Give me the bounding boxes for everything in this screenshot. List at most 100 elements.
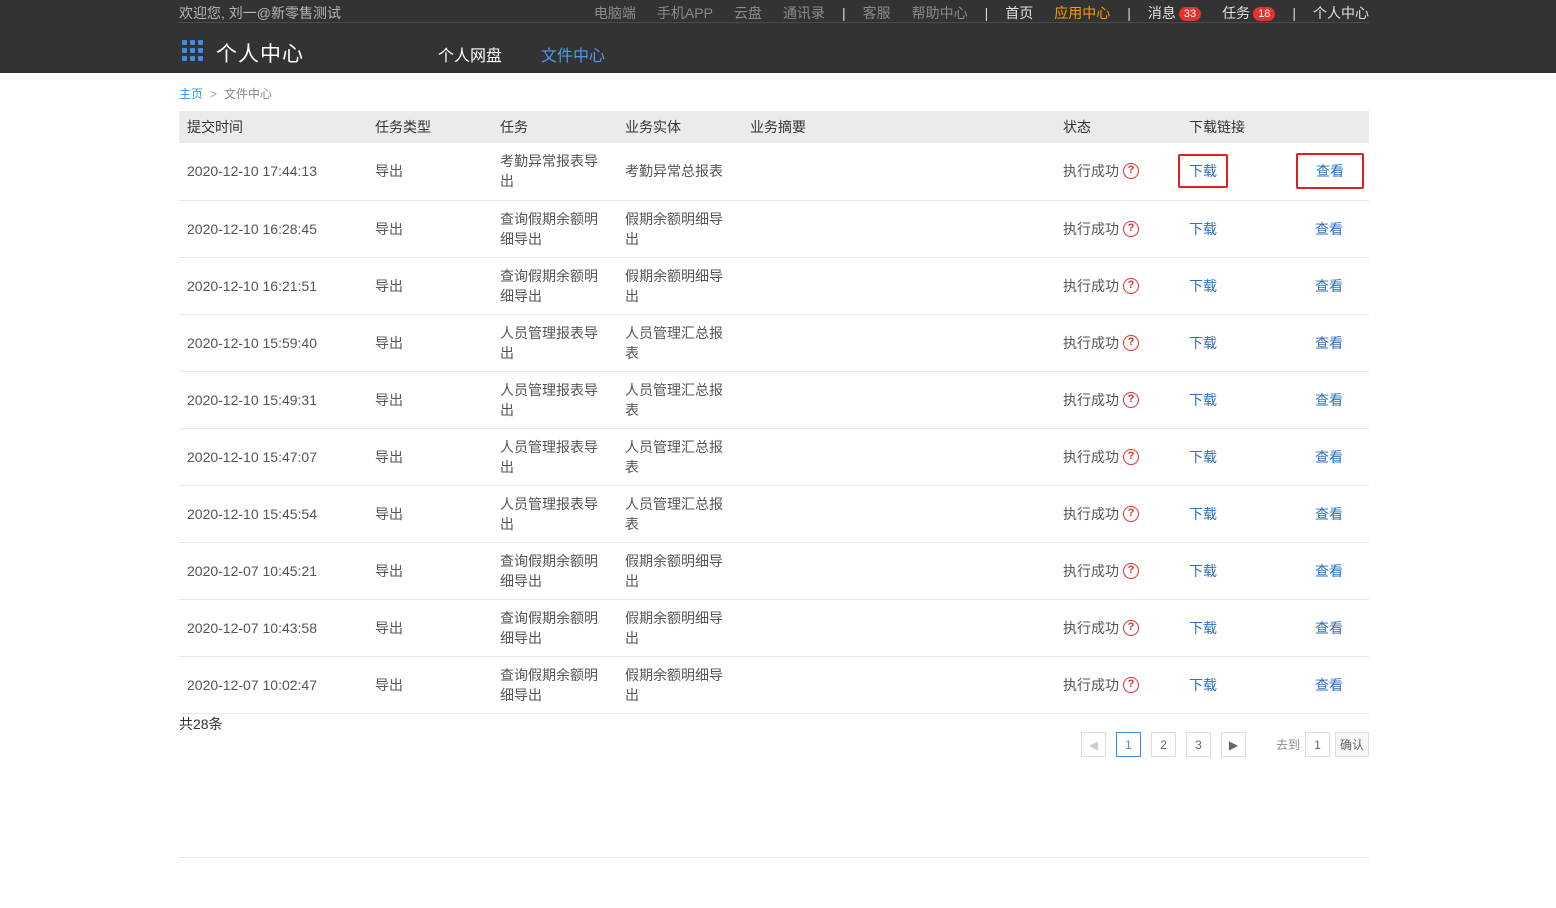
status-text: 执行成功 — [1063, 220, 1119, 237]
header-business-entity: 业务实体 — [617, 111, 742, 143]
link-desktop[interactable]: 电脑端 — [594, 3, 636, 23]
download-link[interactable]: 下载 — [1178, 154, 1228, 189]
link-help-center[interactable]: 帮助中心 — [912, 3, 968, 23]
help-icon[interactable]: ? — [1123, 277, 1139, 294]
table-row: 2020-12-07 10:43:58 导出 查询假期余额明细导出 假期余额明细导出 执… — [179, 599, 1369, 657]
cell-view: 查看 — [1307, 257, 1369, 315]
page-button-3[interactable]: 3 — [1185, 732, 1211, 757]
cell-download: 下载 — [1181, 200, 1307, 258]
download-link[interactable]: 下载 — [1189, 620, 1217, 636]
cell-business-entity: 假期余额明细导出 — [617, 599, 742, 657]
cell-business-entity: 人员管理汇总报表 — [617, 428, 742, 486]
help-icon[interactable]: ? — [1123, 505, 1139, 522]
breadcrumb-separator: > — [210, 87, 218, 101]
prev-page-button[interactable]: ◀ — [1080, 732, 1106, 757]
cell-submit-time: 2020-12-07 10:43:58 — [179, 599, 367, 657]
cell-business-summary — [742, 314, 1055, 372]
link-contacts[interactable]: 通讯录 — [783, 3, 825, 23]
separator: | — [1292, 5, 1296, 21]
link-app-center[interactable]: 应用中心 — [1054, 3, 1110, 23]
cell-task: 查询假期余额明细导出 — [492, 599, 617, 657]
download-link[interactable]: 下载 — [1189, 392, 1217, 408]
help-icon[interactable]: ? — [1123, 163, 1139, 180]
help-icon[interactable]: ? — [1123, 562, 1139, 579]
view-link[interactable]: 查看 — [1296, 153, 1364, 190]
cell-submit-time: 2020-12-10 15:59:40 — [179, 314, 367, 372]
cell-view: 查看 — [1307, 371, 1369, 429]
status-text: 执行成功 — [1063, 505, 1119, 522]
download-link[interactable]: 下载 — [1189, 506, 1217, 522]
cell-view: 查看 — [1307, 314, 1369, 372]
header-business-summary: 业务摘要 — [742, 111, 1055, 143]
breadcrumb-home[interactable]: 主页 — [179, 87, 203, 101]
view-link[interactable]: 查看 — [1315, 563, 1343, 579]
view-link[interactable]: 查看 — [1315, 449, 1343, 465]
help-icon[interactable]: ? — [1123, 676, 1139, 693]
view-link[interactable]: 查看 — [1315, 278, 1343, 294]
view-link[interactable]: 查看 — [1315, 620, 1343, 636]
cell-business-entity: 假期余额明细导出 — [617, 257, 742, 315]
cell-business-entity: 人员管理汇总报表 — [617, 485, 742, 543]
cell-task: 人员管理报表导出 — [492, 485, 617, 543]
cell-submit-time: 2020-12-10 15:47:07 — [179, 428, 367, 486]
download-link[interactable]: 下载 — [1189, 335, 1217, 351]
confirm-goto-button[interactable]: 确认 — [1334, 732, 1369, 757]
next-page-button[interactable]: ▶ — [1220, 732, 1246, 757]
apps-grid-icon[interactable] — [182, 40, 204, 62]
help-icon[interactable]: ? — [1123, 220, 1139, 237]
cell-business-summary — [742, 485, 1055, 543]
cell-task-type: 导出 — [367, 428, 492, 486]
link-personal-center[interactable]: 个人中心 — [1313, 3, 1369, 23]
link-cloud[interactable]: 云盘 — [734, 3, 762, 23]
help-icon[interactable]: ? — [1123, 334, 1139, 351]
goto-page-input[interactable] — [1304, 732, 1330, 757]
cell-status: 执行成功? — [1055, 200, 1181, 258]
view-link[interactable]: 查看 — [1315, 506, 1343, 522]
cell-task: 查询假期余额明细导出 — [492, 656, 617, 714]
cell-download: 下载 — [1181, 257, 1307, 315]
cell-download: 下载 — [1181, 485, 1307, 543]
help-icon[interactable]: ? — [1123, 619, 1139, 636]
header-status: 状态 — [1055, 111, 1181, 143]
table-row: 2020-12-10 15:45:54 导出 人员管理报表导出 人员管理汇总报表 执行成… — [179, 485, 1369, 543]
table-row: 2020-12-10 16:21:51 导出 查询假期余额明细导出 假期余额明细导出 执… — [179, 257, 1369, 315]
cell-status: 执行成功? — [1055, 143, 1181, 201]
goto-label: 去到 — [1275, 738, 1300, 752]
total-count: 共28条 — [179, 716, 223, 732]
view-link[interactable]: 查看 — [1315, 392, 1343, 408]
download-link[interactable]: 下载 — [1189, 563, 1217, 579]
cell-submit-time: 2020-12-10 16:21:51 — [179, 257, 367, 315]
nav-item-file-center[interactable]: 文件中心 — [541, 42, 605, 80]
link-tasks[interactable]: 任务 18 — [1222, 3, 1276, 23]
download-link[interactable]: 下载 — [1189, 278, 1217, 294]
cell-business-entity: 假期余额明细导出 — [617, 200, 742, 258]
download-link[interactable]: 下载 — [1189, 449, 1217, 465]
link-messages[interactable]: 消息 33 — [1147, 3, 1202, 23]
cell-status: 执行成功? — [1055, 428, 1181, 486]
link-home[interactable]: 首页 — [1005, 3, 1033, 23]
link-mobile-app[interactable]: 手机APP — [657, 3, 713, 23]
download-link[interactable]: 下载 — [1189, 221, 1217, 237]
cell-task: 人员管理报表导出 — [492, 371, 617, 429]
help-icon[interactable]: ? — [1123, 448, 1139, 465]
nav-item-personal-disk[interactable]: 个人网盘 — [438, 42, 502, 66]
messages-label: 消息 — [1147, 5, 1176, 21]
help-icon[interactable]: ? — [1123, 391, 1139, 408]
cell-task-type: 导出 — [367, 485, 492, 543]
cell-task: 查询假期余额明细导出 — [492, 542, 617, 600]
view-link[interactable]: 查看 — [1315, 335, 1343, 351]
cell-submit-time: 2020-12-07 10:02:47 — [179, 656, 367, 714]
link-service[interactable]: 客服 — [863, 3, 891, 23]
status-text: 执行成功 — [1063, 619, 1119, 636]
file-task-table: 提交时间 任务类型 任务 业务实体 业务摘要 状态 下载链接 2020-12-1… — [179, 111, 1369, 714]
cell-status: 执行成功? — [1055, 257, 1181, 315]
page-button-2[interactable]: 2 — [1150, 732, 1176, 757]
cell-download: 下载 — [1178, 143, 1307, 201]
cell-view: 查看 — [1296, 143, 1369, 201]
page-button-1[interactable]: 1 — [1115, 732, 1141, 757]
cell-task: 人员管理报表导出 — [492, 314, 617, 372]
pagination: ◀ 1 2 3 ▶ 去到 确认 — [1071, 732, 1369, 757]
view-link[interactable]: 查看 — [1315, 677, 1343, 693]
download-link[interactable]: 下载 — [1189, 677, 1217, 693]
view-link[interactable]: 查看 — [1315, 221, 1343, 237]
